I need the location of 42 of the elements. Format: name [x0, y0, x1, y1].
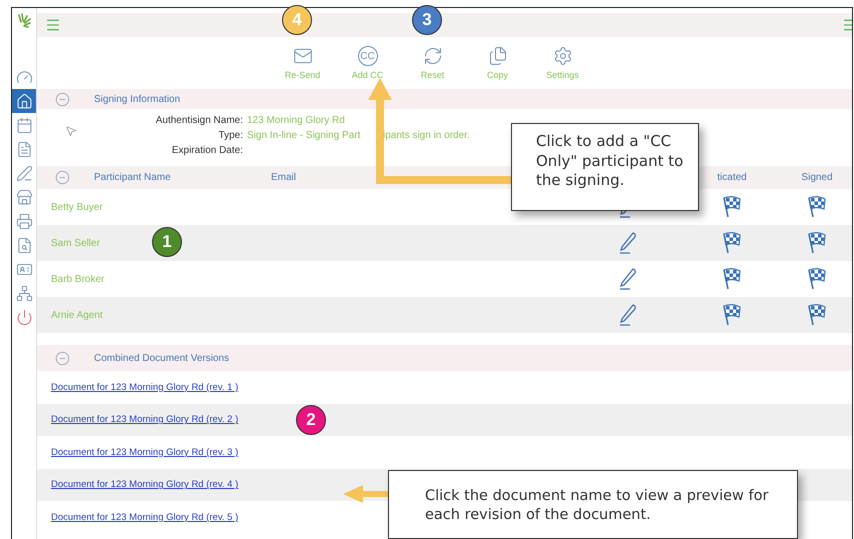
checkered-flag-icon — [722, 304, 742, 326]
menu-icon[interactable] — [45, 17, 61, 33]
settings-icon — [552, 46, 572, 66]
hint-tooltip: Click to add a "CC Only" participant to the signing. — [511, 123, 699, 211]
document-link[interactable]: Document for 123 Morning Glory Rd (rev. 5 ) — [51, 512, 238, 523]
envelope-icon — [292, 46, 312, 66]
checkered-flag-icon — [807, 304, 827, 326]
section-title: Signing Information — [94, 94, 180, 104]
column-header: ticated — [717, 172, 747, 183]
column-header: Email — [271, 172, 296, 183]
checkered-flag-icon — [807, 268, 827, 290]
participant-name: Sam Seller — [51, 238, 100, 248]
column-header: Signed — [801, 172, 833, 183]
hint-tooltip: Click the document name to view a preview for each revision of the document. — [388, 470, 798, 539]
document-link[interactable]: Document for 123 Morning Glory Rd (rev. 1 ) — [51, 382, 238, 393]
section-title: Combined Document Versions — [94, 352, 230, 364]
participant-name: Arnie Agent — [51, 310, 103, 320]
signing-toggle-icon[interactable] — [55, 92, 70, 106]
field-label: Expiration Date: — [172, 145, 243, 156]
files-icon — [488, 46, 508, 66]
refresh-icon — [422, 46, 442, 66]
participants-toggle-icon[interactable] — [55, 170, 70, 185]
participant-name: Betty Buyer — [51, 202, 103, 212]
document-link[interactable]: Document for 123 Morning Glory Rd (rev. 3 ) — [51, 446, 238, 458]
field-value: 123 Morning Glory Rd — [247, 115, 345, 126]
field-label: Authentisign Name: — [156, 115, 243, 126]
checkered-flag-icon — [807, 196, 827, 218]
checkered-flag-icon — [722, 196, 742, 218]
home-icon[interactable] — [12, 89, 36, 113]
field-label: Type: — [218, 130, 243, 141]
participant-name: Barb Broker — [51, 274, 104, 284]
pointer-icon — [65, 125, 77, 137]
document-link[interactable]: Document for 123 Morning Glory Rd (rev. 2 ) — [51, 414, 238, 426]
checkered-flag-icon — [807, 232, 827, 254]
checkered-flag-icon — [722, 232, 742, 254]
document-link[interactable]: Document for 123 Morning Glory Rd (rev. 4 ) — [51, 479, 238, 490]
column-header: Participant Name — [94, 172, 171, 183]
checkered-flag-icon — [722, 268, 742, 290]
documents-toggle-icon[interactable] — [55, 350, 70, 366]
logo-icon — [16, 13, 32, 29]
field-value: ipants sign in order. — [383, 130, 470, 141]
field-value: Sign In-line - Signing Part — [247, 130, 360, 141]
